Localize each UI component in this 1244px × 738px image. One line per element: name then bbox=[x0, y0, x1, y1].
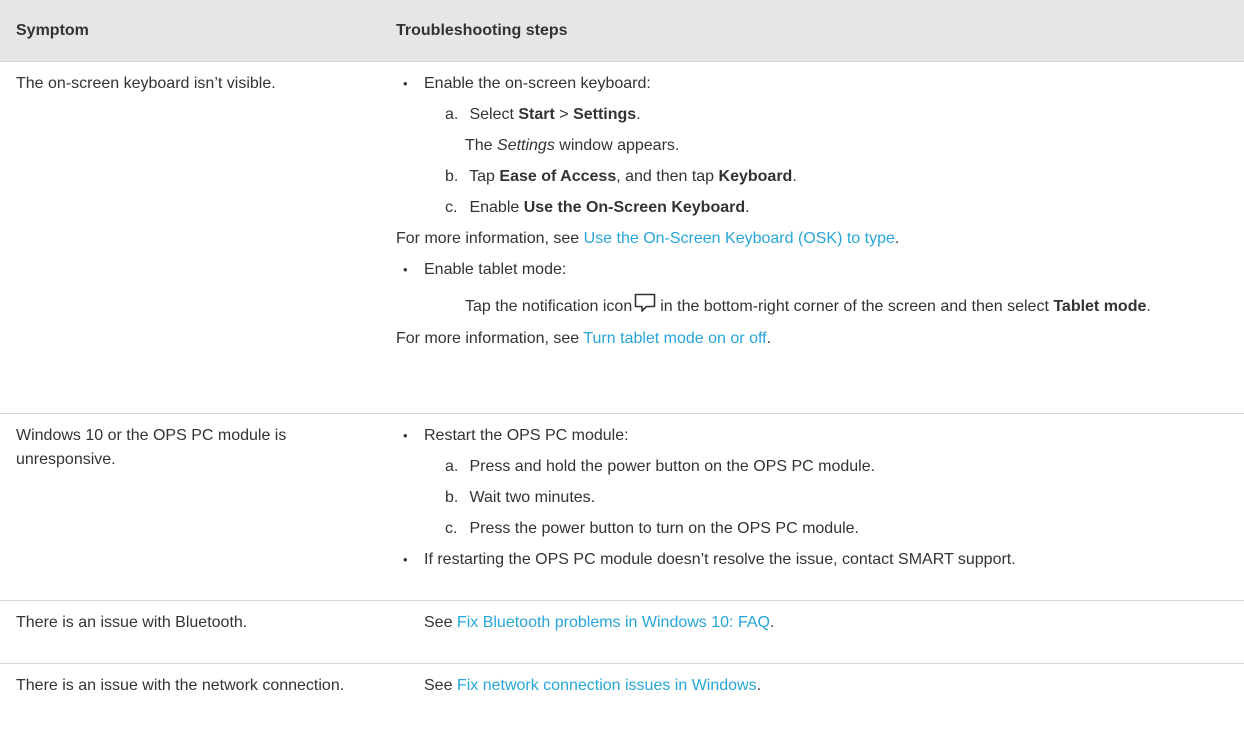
tap-instruction: Tap the notification iconin the bottom-r… bbox=[396, 289, 1234, 327]
header-row: Symptom Troubleshooting steps bbox=[0, 0, 1244, 62]
network-link[interactable]: Fix network connection issues in Windows bbox=[457, 677, 757, 694]
symptom-cell: Windows 10 or the OPS PC module is unres… bbox=[0, 414, 374, 601]
symptom-cell: The on-screen keyboard isn’t visible. bbox=[0, 62, 374, 414]
troubleshooting-table: Symptom Troubleshooting steps The on-scr… bbox=[0, 0, 1244, 738]
symptom-cell: There is an issue with Bluetooth. bbox=[0, 601, 374, 664]
list-item: Enable the on-screen keyboard: bbox=[396, 72, 1234, 103]
steps-cell: Enable the on-screen keyboard: a. Select… bbox=[374, 62, 1244, 414]
notification-icon bbox=[634, 293, 656, 321]
steps-cell: See Fix network connection issues in Win… bbox=[374, 664, 1244, 738]
step-b: b. Wait two minutes. bbox=[396, 486, 1234, 517]
list-item: If restarting the OPS PC module doesn’t … bbox=[396, 548, 1234, 579]
step-b: b. Tap Ease of Access, and then tap Keyb… bbox=[396, 165, 1234, 196]
table-row: There is an issue with the network conne… bbox=[0, 664, 1244, 738]
table-row: Windows 10 or the OPS PC module is unres… bbox=[0, 414, 1244, 601]
step-result: The Settings window appears. bbox=[396, 134, 1234, 165]
table-row: The on-screen keyboard isn’t visible. En… bbox=[0, 62, 1244, 414]
steps-cell: See Fix Bluetooth problems in Windows 10… bbox=[374, 601, 1244, 664]
step-a: a. Select Start > Settings. bbox=[396, 103, 1234, 134]
list-item: Restart the OPS PC module: bbox=[396, 424, 1234, 455]
symptom-header: Symptom bbox=[0, 0, 374, 62]
osk-link[interactable]: Use the On-Screen Keyboard (OSK) to type bbox=[584, 230, 895, 247]
steps-header: Troubleshooting steps bbox=[374, 0, 1244, 62]
bluetooth-link[interactable]: Fix Bluetooth problems in Windows 10: FA… bbox=[457, 614, 770, 631]
more-info: For more information, see Turn tablet mo… bbox=[396, 327, 1234, 358]
more-info: For more information, see Use the On-Scr… bbox=[396, 227, 1234, 258]
step-a: a. Press and hold the power button on th… bbox=[396, 455, 1234, 486]
step-c: c. Press the power button to turn on the… bbox=[396, 517, 1234, 548]
tablet-mode-link[interactable]: Turn tablet mode on or off bbox=[583, 330, 766, 347]
see-link-line: See Fix Bluetooth problems in Windows 10… bbox=[396, 611, 1234, 642]
steps-cell: Restart the OPS PC module: a. Press and … bbox=[374, 414, 1244, 601]
see-link-line: See Fix network connection issues in Win… bbox=[396, 674, 1234, 705]
step-c: c. Enable Use the On-Screen Keyboard. bbox=[396, 196, 1234, 227]
list-item: Enable tablet mode: bbox=[396, 258, 1234, 289]
symptom-cell: There is an issue with the network conne… bbox=[0, 664, 374, 738]
table-row: There is an issue with Bluetooth. See Fi… bbox=[0, 601, 1244, 664]
